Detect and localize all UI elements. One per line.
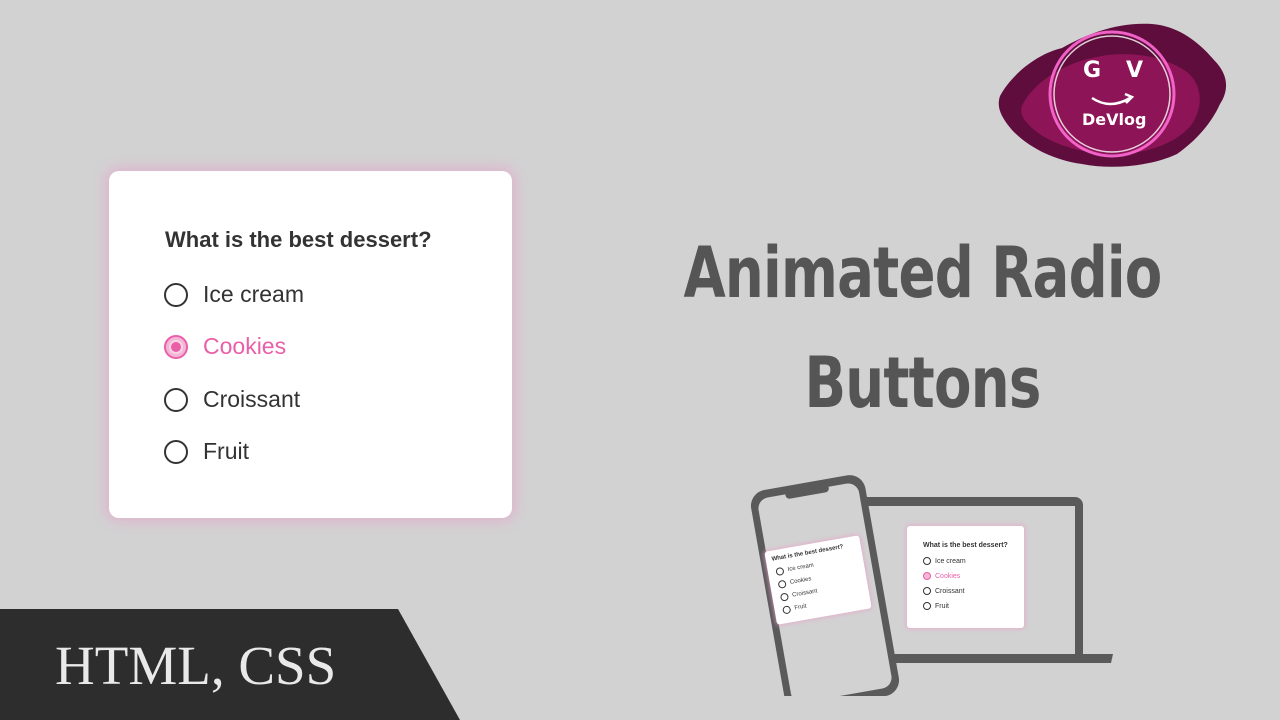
phone-option: Croissant [779,587,818,602]
laptop-quiz-question: What is the best dessert? [923,542,1008,549]
option-label: Croissant [203,386,301,412]
laptop-option-label: Croissant [935,587,965,595]
option-label: Ice cream [203,281,304,307]
laptop-option: Fruit [923,602,949,610]
quiz-question: What is the best dessert? [165,227,432,252]
radio-croissant[interactable] [164,387,188,412]
tech-banner-text: HTML, CSS [55,635,337,696]
phone-option-label: Ice cream [787,562,815,574]
radio-cookies[interactable] [164,334,188,359]
phone-option-label: Croissant [791,588,818,599]
phone-option: Fruit [782,602,807,615]
laptop-option: Croissant [923,587,965,595]
logo-letter-v: V [1126,58,1144,83]
phone-radio [779,592,790,602]
option-croissant[interactable]: Croissant [164,386,300,413]
option-ice-cream[interactable]: Ice cream [164,281,304,308]
laptop-quiz-preview: What is the best dessert? Ice cream Cook… [907,526,1024,628]
laptop-option: Cookies [923,572,960,580]
laptop-option-label: Ice cream [935,557,966,565]
phone-option: Ice cream [775,562,814,577]
laptop-option: Ice cream [923,557,966,565]
phone-option-label: Cookies [789,576,812,586]
radio-ice-cream[interactable] [164,282,188,307]
logo-letter-g: G [1083,58,1102,83]
phone-option: Cookies [777,575,813,589]
phone-radio [775,566,785,577]
laptop-option-label: Cookies [935,572,961,580]
phone-radio [777,579,787,589]
laptop-radio [923,587,931,595]
radio-fruit[interactable] [164,439,188,464]
laptop-radio [923,572,931,580]
logo-brand: DeVlog [1082,110,1147,129]
quiz-card: What is the best dessert? Ice cream Cook… [109,171,512,518]
laptop-radio [923,557,931,565]
laptop-option-label: Fruit [935,602,949,610]
headline: Animated Radio Buttons [671,218,1174,438]
option-label: Cookies [203,333,287,359]
devlog-logo [998,23,1227,167]
headline-line-2: Buttons [804,342,1041,424]
phone-option-label: Fruit [794,603,807,612]
option-cookies[interactable]: Cookies [164,333,286,360]
option-label: Fruit [203,438,249,464]
option-fruit[interactable]: Fruit [164,438,249,465]
headline-line-1: Animated Radio [683,232,1162,314]
phone-radio [782,605,792,615]
laptop-radio [923,602,931,610]
